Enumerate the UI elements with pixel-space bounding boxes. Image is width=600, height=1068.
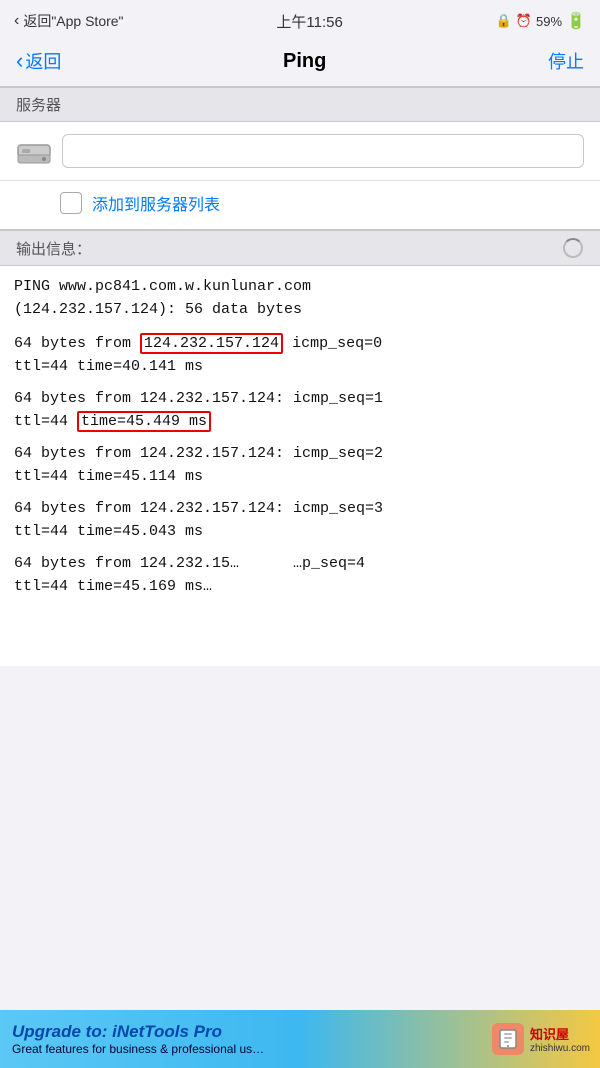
output-content: PING www.pc841.com.w.kunlunar.com (124.2…	[0, 266, 600, 666]
checkbox-row: 添加到服务器列表	[0, 181, 600, 230]
ping-result-0: 64 bytes from 124.232.157.124 icmp_seq=0…	[14, 333, 586, 378]
status-time: 上午11:56	[276, 11, 342, 32]
ping-intro: PING www.pc841.com.w.kunlunar.com (124.2…	[14, 276, 586, 321]
ping-result-1-line1: 64 bytes from 124.232.157.124: icmp_seq=…	[14, 388, 586, 411]
status-icons: 🔒 ⏰ 59% 🔋	[496, 11, 586, 31]
loading-spinner	[562, 237, 584, 259]
ping-intro-line2: (124.232.157.124): 56 data bytes	[14, 301, 302, 318]
ping-result-3: 64 bytes from 124.232.157.124: icmp_seq=…	[14, 498, 586, 543]
ping-result-3-line2: ttl=44 time=45.043 ms	[14, 521, 586, 544]
add-to-server-checkbox[interactable]	[60, 192, 82, 214]
ping-result-2-line2: ttl=44 time=45.114 ms	[14, 466, 586, 489]
server-icon	[16, 137, 52, 165]
ping-result-4-line2: ttl=44 time=45.169 ms…	[14, 576, 586, 599]
ad-title-app: iNetTools Pro	[112, 1022, 222, 1041]
ad-badge-text-line2: zhishiwu.com	[530, 1043, 590, 1054]
ping-result-1: 64 bytes from 124.232.157.124: icmp_seq=…	[14, 388, 586, 433]
status-back-text: 返回"App Store"	[23, 11, 123, 31]
nav-stop-button[interactable]: 停止	[548, 48, 584, 74]
ping-result-0-line2: ttl=44 time=40.141 ms	[14, 356, 586, 379]
ad-banner[interactable]: Upgrade to: iNetTools Pro Great features…	[0, 1010, 600, 1068]
server-input-area	[0, 122, 600, 181]
ad-title: Upgrade to: iNetTools Pro	[12, 1022, 482, 1042]
output-header-label: 输出信息：	[16, 238, 91, 259]
nav-title: Ping	[283, 50, 326, 73]
battery-percent: 59%	[536, 14, 562, 29]
ping-result-3-line1: 64 bytes from 124.232.157.124: icmp_seq=…	[14, 498, 586, 521]
ad-badge[interactable]: 知识屋 zhishiwu.com	[482, 1010, 600, 1068]
lock-icon: 🔒	[496, 13, 512, 29]
status-bar: ‹ 返回"App Store" 上午11:56 🔒 ⏰ 59% 🔋	[0, 0, 600, 40]
ping-result-2-line1: 64 bytes from 124.232.157.124: icmp_seq=…	[14, 443, 586, 466]
highlighted-time-1: time=45.449 ms	[77, 411, 211, 432]
status-back-label: ‹ 返回"App Store"	[14, 11, 124, 31]
ad-badge-text: 知识屋 zhishiwu.com	[530, 1024, 590, 1054]
ping-intro-line1: PING www.pc841.com.w.kunlunar.com	[14, 278, 311, 295]
ad-text-area: Upgrade to: iNetTools Pro Great features…	[12, 1022, 482, 1056]
ad-title-prefix: Upgrade to:	[12, 1022, 112, 1041]
ping-result-0-line1: 64 bytes from 124.232.157.124 icmp_seq=0	[14, 333, 586, 356]
ad-badge-icon	[492, 1023, 524, 1055]
alarm-icon: ⏰	[516, 13, 532, 29]
nav-back-label: 返回	[25, 48, 61, 74]
server-section-header: 服务器	[0, 87, 600, 122]
battery-icon: 🔋	[566, 11, 586, 31]
ping-result-1-line2: ttl=44 time=45.449 ms	[14, 411, 586, 434]
status-back-chevron-icon: ‹	[14, 12, 19, 30]
highlighted-ip-0: 124.232.157.124	[140, 333, 283, 354]
nav-bar: ‹ 返回 Ping 停止	[0, 40, 600, 87]
add-to-server-label[interactable]: 添加到服务器列表	[92, 191, 220, 215]
ad-badge-text-line1: 知识屋	[530, 1024, 590, 1043]
ping-result-4-line1: 64 bytes from 124.232.15… …p_seq=4	[14, 553, 586, 576]
ping-result-4: 64 bytes from 124.232.15… …p_seq=4 ttl=4…	[14, 553, 586, 598]
output-header: 输出信息：	[0, 230, 600, 266]
nav-back-chevron-icon: ‹	[16, 48, 23, 74]
server-text-input[interactable]	[62, 134, 584, 168]
ping-result-2: 64 bytes from 124.232.157.124: icmp_seq=…	[14, 443, 586, 488]
ad-subtitle: Great features for business & profession…	[12, 1042, 482, 1056]
nav-back-button[interactable]: ‹ 返回	[16, 48, 61, 74]
